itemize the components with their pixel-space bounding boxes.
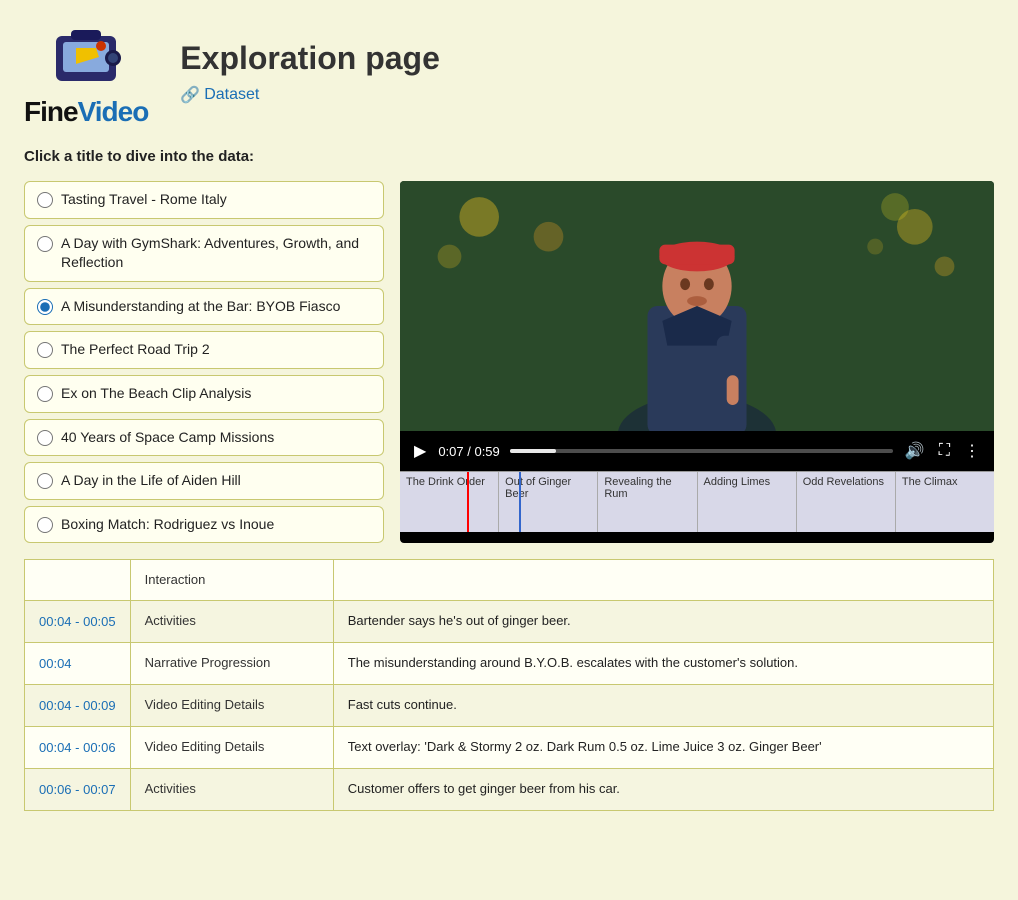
time-cell-4[interactable]: 00:04 - 00:06 (25, 726, 131, 768)
progress-bar-fill (510, 449, 556, 453)
blue-marker (519, 472, 521, 532)
title-label-2: A Day with GymShark: Adventures, Growth,… (61, 234, 371, 273)
title-item-2[interactable]: A Day with GymShark: Adventures, Growth,… (24, 225, 384, 282)
category-cell: Interaction (130, 560, 333, 601)
time-link-4[interactable]: 00:04 - 00:06 (39, 740, 116, 755)
time-cell (25, 560, 131, 601)
progress-bar[interactable] (510, 449, 893, 453)
title-radio-5[interactable] (37, 386, 53, 402)
time-cell-5[interactable]: 00:06 - 00:07 (25, 768, 131, 810)
data-table: Interaction 00:04 - 00:05ActivitiesBarte… (24, 559, 994, 811)
title-radio-8[interactable] (37, 517, 53, 533)
title-label-1: Tasting Travel - Rome Italy (61, 190, 227, 210)
category-cell-5: Activities (130, 768, 333, 810)
dataset-link[interactable]: 🔗 Dataset (180, 85, 440, 105)
category-cell-2: Narrative Progression (130, 642, 333, 684)
table-row-5: 00:06 - 00:07 ActivitiesCustomer offers t… (25, 768, 994, 810)
time-link-5[interactable]: 00:06 - 00:07 (39, 782, 116, 797)
logo-icon (41, 16, 131, 96)
desc-cell-4: Text overlay: 'Dark & Stormy 2 oz. Dark … (333, 726, 993, 768)
page-title: Exploration page (180, 40, 440, 77)
title-radio-7[interactable] (37, 473, 53, 489)
more-options-button[interactable]: ⋮ (962, 439, 982, 463)
desc-cell-2: The misunderstanding around B.Y.O.B. esc… (333, 642, 993, 684)
instruction-text: Click a title to dive into the data: (24, 148, 994, 165)
video-controls: ▶ 0:07 / 0:59 🔊 ⛶ ⋮ (400, 431, 994, 471)
title-label-6: 40 Years of Space Camp Missions (61, 428, 274, 448)
video-panel: ▶ 0:07 / 0:59 🔊 ⛶ ⋮ The Drink OrderOut o… (400, 181, 994, 543)
time-cell-2[interactable]: 00:04 (25, 642, 131, 684)
time-link-3[interactable]: 00:04 - 00:09 (39, 698, 116, 713)
dataset-label: Dataset (204, 86, 259, 104)
logo-text: FineVideo (24, 96, 148, 128)
title-label-4: The Perfect Road Trip 2 (61, 340, 210, 360)
volume-button[interactable]: 🔊 (903, 439, 927, 463)
time-link-2[interactable]: 00:04 (39, 656, 72, 671)
header-right: Exploration page 🔗 Dataset (180, 40, 440, 105)
time-cell-1[interactable]: 00:04 - 00:05 (25, 600, 131, 642)
title-item-7[interactable]: A Day in the Life of Aiden Hill (24, 462, 384, 500)
category-cell-4: Video Editing Details (130, 726, 333, 768)
segment-1[interactable]: The Drink Order (400, 472, 499, 532)
title-radio-6[interactable] (37, 430, 53, 446)
time-display: 0:07 / 0:59 (438, 444, 499, 459)
title-radio-3[interactable] (37, 299, 53, 315)
title-radio-1[interactable] (37, 192, 53, 208)
table-row-1: 00:04 - 00:05 ActivitiesBartender says he… (25, 600, 994, 642)
time-link-1[interactable]: 00:04 - 00:05 (39, 614, 116, 629)
title-item-3[interactable]: A Misunderstanding at the Bar: BYOB Fias… (24, 288, 384, 326)
segment-5[interactable]: Odd Revelations (797, 472, 896, 532)
desc-cell-3: Fast cuts continue. (333, 684, 993, 726)
title-label-3: A Misunderstanding at the Bar: BYOB Fias… (61, 297, 340, 317)
title-item-8[interactable]: Boxing Match: Rodriguez vs Inoue (24, 506, 384, 544)
title-label-7: A Day in the Life of Aiden Hill (61, 471, 241, 491)
title-item-4[interactable]: The Perfect Road Trip 2 (24, 331, 384, 369)
segment-timeline: The Drink OrderOut of Ginger BeerReveali… (400, 471, 994, 532)
play-button[interactable]: ▶ (412, 439, 428, 463)
title-label-8: Boxing Match: Rodriguez vs Inoue (61, 515, 274, 535)
title-list: Tasting Travel - Rome Italy A Day with Gy… (24, 181, 384, 543)
segment-4[interactable]: Adding Limes (698, 472, 797, 532)
segment-6[interactable]: The Climax (896, 472, 994, 532)
category-cell-1: Activities (130, 600, 333, 642)
table-row-2: 00:04 Narrative ProgressionThe misunderst… (25, 642, 994, 684)
desc-cell-5: Customer offers to get ginger beer from … (333, 768, 993, 810)
desc-cell-1: Bartender says he's out of ginger beer. (333, 600, 993, 642)
title-radio-2[interactable] (37, 236, 53, 252)
title-item-6[interactable]: 40 Years of Space Camp Missions (24, 419, 384, 457)
title-item-5[interactable]: Ex on The Beach Clip Analysis (24, 375, 384, 413)
link-icon: 🔗 (180, 85, 200, 105)
segment-3[interactable]: Revealing the Rum (598, 472, 697, 532)
red-marker (467, 472, 469, 532)
title-item-1[interactable]: Tasting Travel - Rome Italy (24, 181, 384, 219)
title-radio-4[interactable] (37, 342, 53, 358)
page-header: FineVideo Exploration page 🔗 Dataset (24, 16, 994, 128)
desc-cell (333, 560, 993, 601)
time-cell-3[interactable]: 00:04 - 00:09 (25, 684, 131, 726)
fullscreen-button[interactable]: ⛶ (937, 440, 952, 462)
table-row-4: 00:04 - 00:06 Video Editing DetailsText o… (25, 726, 994, 768)
table-row-3: 00:04 - 00:09 Video Editing DetailsFast c… (25, 684, 994, 726)
segment-2[interactable]: Out of Ginger Beer (499, 472, 598, 532)
main-content: Tasting Travel - Rome Italy A Day with Gy… (24, 181, 994, 543)
category-cell-3: Video Editing Details (130, 684, 333, 726)
logo-area: FineVideo (24, 16, 148, 128)
table-row-partial: Interaction (25, 560, 994, 601)
title-label-5: Ex on The Beach Clip Analysis (61, 384, 251, 404)
video-thumbnail (400, 181, 994, 431)
